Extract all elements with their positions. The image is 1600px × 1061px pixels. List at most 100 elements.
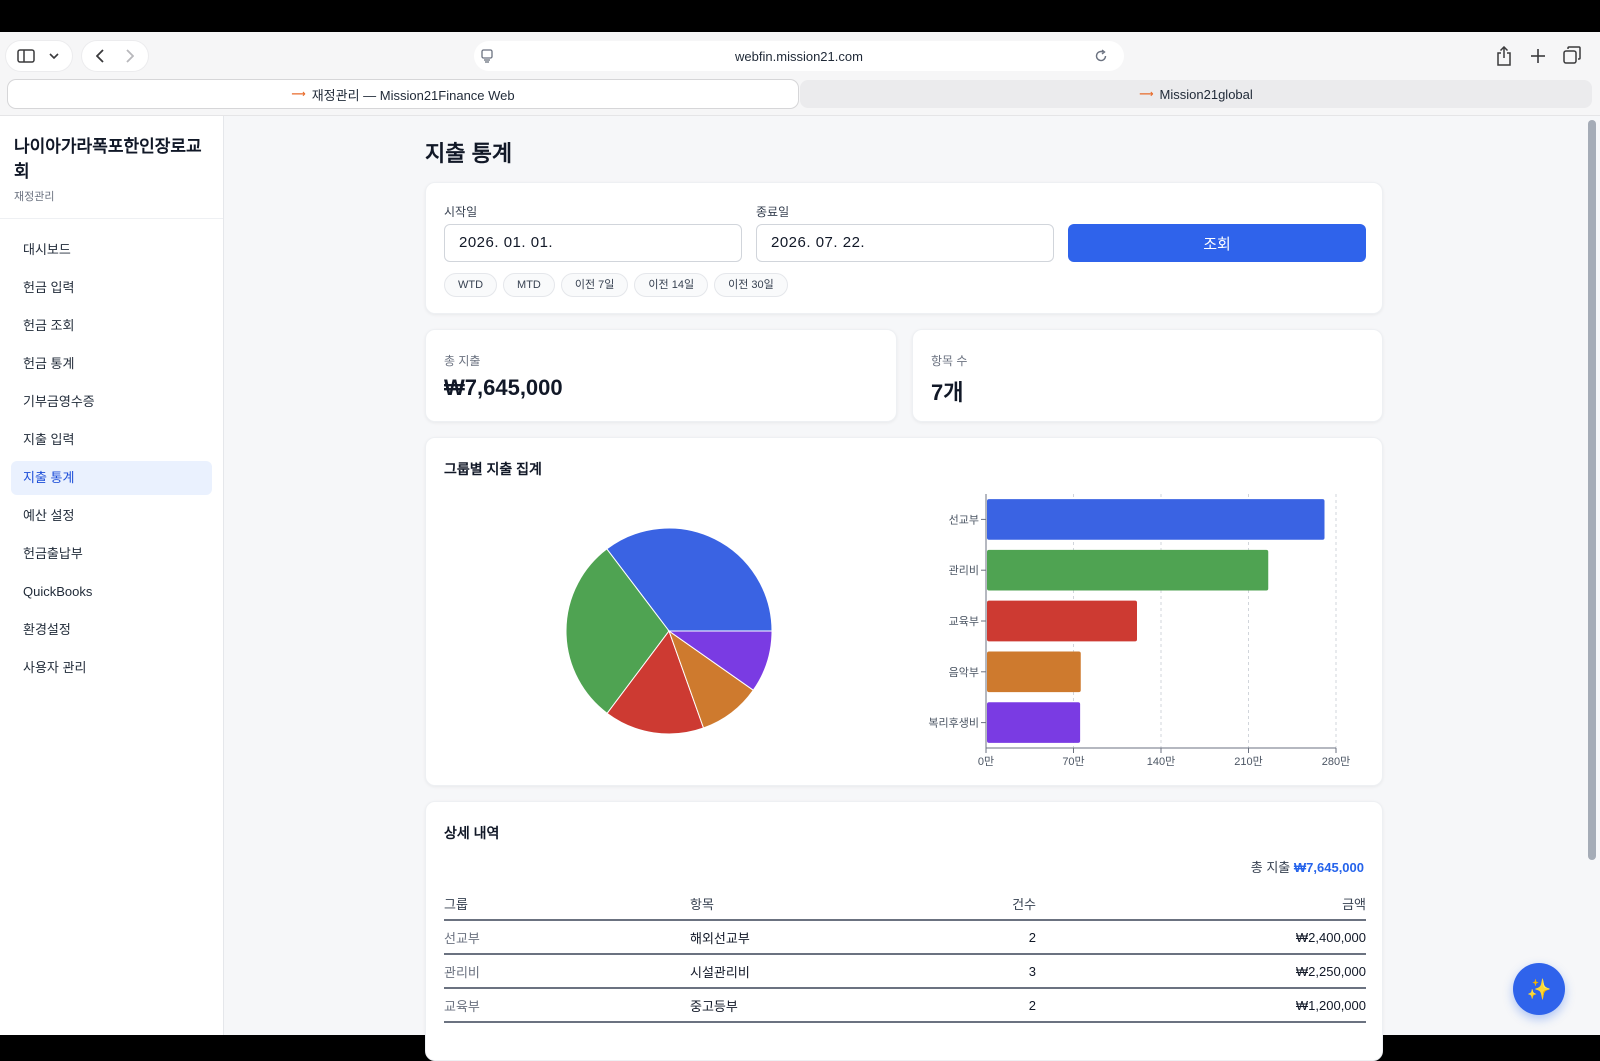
y-tick-label: 선교부 bbox=[949, 513, 979, 526]
end-date-label: 종료일 bbox=[756, 205, 790, 219]
cell-count: 2 bbox=[936, 988, 1036, 1023]
cell-item: 시설관리비 bbox=[690, 954, 936, 989]
org-subtitle: 재정관리 bbox=[14, 191, 55, 203]
org-name: 나이아가라폭포한인장로교회 bbox=[14, 137, 202, 181]
cell-group: 선교부 bbox=[444, 920, 690, 955]
tab-finance[interactable]: ⟶ 재정관리 — Mission21Finance Web bbox=[8, 80, 798, 108]
table-row[interactable]: 선교부 해외선교부 2 ₩2,400,000 bbox=[444, 920, 1366, 955]
cell-item: 중고등부 bbox=[690, 988, 936, 1023]
table-row[interactable]: 관리비 시설관리비 3 ₩2,250,000 bbox=[444, 954, 1366, 989]
bar-관리비[interactable] bbox=[987, 549, 1269, 591]
sparkles-icon: ✨ bbox=[1526, 978, 1552, 1001]
date-filter-card: 시작일 2026. 01. 01. 종료일 2026. 07. 22. 조회 W… bbox=[425, 182, 1383, 314]
search-button[interactable]: 조회 bbox=[1068, 224, 1366, 262]
cell-amount: ₩1,200,000 bbox=[1036, 988, 1366, 1023]
sidebar-item[interactable]: 예산 설정 bbox=[11, 499, 212, 533]
system-menu-bar bbox=[0, 0, 1600, 32]
start-date-label: 시작일 bbox=[444, 205, 478, 219]
sidebar-item[interactable]: 대시보드 bbox=[11, 233, 212, 267]
pie-chart bbox=[565, 527, 773, 735]
sidebar-item[interactable]: 지출 통계 bbox=[11, 461, 212, 495]
chart-section-title: 그룹별 지출 집계 bbox=[444, 461, 542, 477]
sidebar-item[interactable]: 헌금출납부 bbox=[11, 537, 212, 571]
share-icon[interactable] bbox=[1494, 45, 1514, 67]
x-tick-label: 70만 bbox=[1062, 755, 1084, 768]
col-amount-header[interactable]: 금액 bbox=[1036, 888, 1366, 921]
cell-item: 해외선교부 bbox=[690, 920, 936, 955]
detail-section-title: 상세 내역 bbox=[444, 825, 500, 841]
end-date-input[interactable]: 2026. 07. 22. bbox=[756, 224, 1054, 262]
table-row[interactable]: 교육부 중고등부 2 ₩1,200,000 bbox=[444, 988, 1366, 1023]
sidebar-toggle-icon[interactable] bbox=[16, 47, 36, 65]
sidebar-item[interactable]: QuickBooks bbox=[11, 575, 212, 609]
sidebar-toggle-group[interactable] bbox=[6, 41, 72, 71]
sidebar: 나이아가라폭포한인장로교회 재정관리 대시보드헌금 입력헌금 조회헌금 통계기부… bbox=[0, 116, 224, 1035]
app-area: 나이아가라폭포한인장로교회 재정관리 대시보드헌금 입력헌금 조회헌금 통계기부… bbox=[0, 116, 1600, 1061]
bar-chart: 0만 70만 140만 210만 280만 선교부관리비교육부음악부복리후생비 bbox=[928, 494, 1350, 768]
preset-chip[interactable]: 이전 30일 bbox=[714, 273, 788, 297]
y-tick-label: 교육부 bbox=[949, 615, 979, 628]
org-header: 나이아가라폭포한인장로교회 재정관리 bbox=[0, 116, 223, 219]
bar-선교부[interactable] bbox=[987, 499, 1325, 540]
ai-assistant-button[interactable]: ✨ bbox=[1513, 963, 1565, 1015]
forward-icon[interactable] bbox=[120, 47, 140, 65]
sidebar-item[interactable]: 기부금영수증 bbox=[11, 385, 212, 419]
cell-count: 2 bbox=[936, 920, 1036, 955]
sidebar-item[interactable]: 헌금 조회 bbox=[11, 309, 212, 343]
cell-amount: ₩2,250,000 bbox=[1036, 954, 1366, 989]
col-item-header[interactable]: 항목 bbox=[690, 888, 936, 921]
tab-overview-icon[interactable] bbox=[1562, 45, 1582, 65]
col-group-header[interactable]: 그룹 bbox=[444, 888, 690, 921]
preset-chip[interactable]: 이전 14일 bbox=[634, 273, 709, 297]
mission21-favicon-icon: ⟶ bbox=[291, 88, 306, 100]
y-tick-label: 음악부 bbox=[949, 666, 979, 679]
page-title: 지출 통계 bbox=[425, 141, 513, 166]
address-bar[interactable]: webfin.mission21.com bbox=[474, 41, 1124, 71]
total-expense-value: ₩7,645,000 bbox=[444, 375, 563, 400]
start-date-input[interactable]: 2026. 01. 01. bbox=[444, 224, 742, 262]
col-count-header[interactable]: 건수 bbox=[936, 888, 1036, 921]
cell-count: 3 bbox=[936, 954, 1036, 989]
bar-교육부[interactable] bbox=[987, 600, 1137, 642]
item-count-card: 항목 수 7개 bbox=[912, 329, 1383, 422]
tab-bar: ⟶ 재정관리 — Mission21Finance Web ⟶ Mission2… bbox=[8, 80, 1592, 108]
preset-chip[interactable]: 이전 7일 bbox=[560, 273, 629, 297]
sidebar-item[interactable]: 환경설정 bbox=[11, 613, 212, 647]
cell-group: 교육부 bbox=[444, 988, 690, 1023]
url-text: webfin.mission21.com bbox=[735, 48, 863, 64]
sidebar-nav: 대시보드헌금 입력헌금 조회헌금 통계기부금영수증지출 입력지출 통계예산 설정… bbox=[0, 219, 223, 685]
detail-total: 총 지출 ₩7,645,000 bbox=[1251, 857, 1364, 876]
preset-chip[interactable]: MTD bbox=[503, 273, 555, 297]
x-tick-label: 210만 bbox=[1234, 755, 1262, 768]
group-chart-card: 그룹별 지출 집계 0만 70만 140만 210만 280만 선교부 관리비 교육부 음악부 복… bbox=[425, 437, 1383, 786]
sidebar-item[interactable]: 헌금 입력 bbox=[11, 271, 212, 305]
x-tick-label: 0만 bbox=[978, 755, 994, 768]
preset-chip[interactable]: WTD bbox=[444, 273, 498, 297]
bar-복리후생비[interactable] bbox=[987, 702, 1081, 743]
total-expense-card: 총 지출 ₩7,645,000 bbox=[425, 329, 897, 422]
cell-group: 관리비 bbox=[444, 954, 690, 989]
nav-buttons bbox=[82, 41, 148, 71]
table-header-row: 그룹 항목 건수 금액 bbox=[444, 888, 1366, 921]
detail-total-label: 총 지출 bbox=[1250, 860, 1291, 875]
reload-icon[interactable] bbox=[1094, 49, 1108, 66]
sidebar-item[interactable]: 헌금 통계 bbox=[11, 347, 212, 381]
detail-card: 상세 내역 총 지출 ₩7,645,000 그룹 항목 건수 금액 선교부 해외선… bbox=[425, 801, 1383, 1061]
back-icon[interactable] bbox=[90, 47, 110, 65]
page-scrollbar[interactable] bbox=[1588, 120, 1596, 860]
x-tick-label: 280만 bbox=[1322, 755, 1350, 768]
tab-mission21global[interactable]: ⟶ Mission21global bbox=[800, 80, 1592, 108]
tab-label: Mission21global bbox=[1159, 86, 1253, 102]
chevron-down-icon[interactable] bbox=[46, 47, 62, 65]
browser-toolbar: webfin.mission21.com ⟶ 재정관리 — Mission21F… bbox=[0, 32, 1600, 116]
y-tick-label: 복리후생비 bbox=[928, 717, 979, 730]
sidebar-item[interactable]: 사용자 관리 bbox=[11, 651, 212, 685]
cell-amount: ₩2,400,000 bbox=[1036, 920, 1366, 955]
sidebar-item[interactable]: 지출 입력 bbox=[11, 423, 212, 457]
reader-icon[interactable] bbox=[480, 49, 494, 66]
item-count-value: 7개 bbox=[931, 380, 964, 405]
y-tick-label: 관리비 bbox=[949, 564, 979, 577]
bar-음악부[interactable] bbox=[987, 651, 1081, 693]
tab-label: 재정관리 — Mission21Finance Web bbox=[311, 87, 515, 103]
new-tab-icon[interactable] bbox=[1528, 46, 1548, 66]
